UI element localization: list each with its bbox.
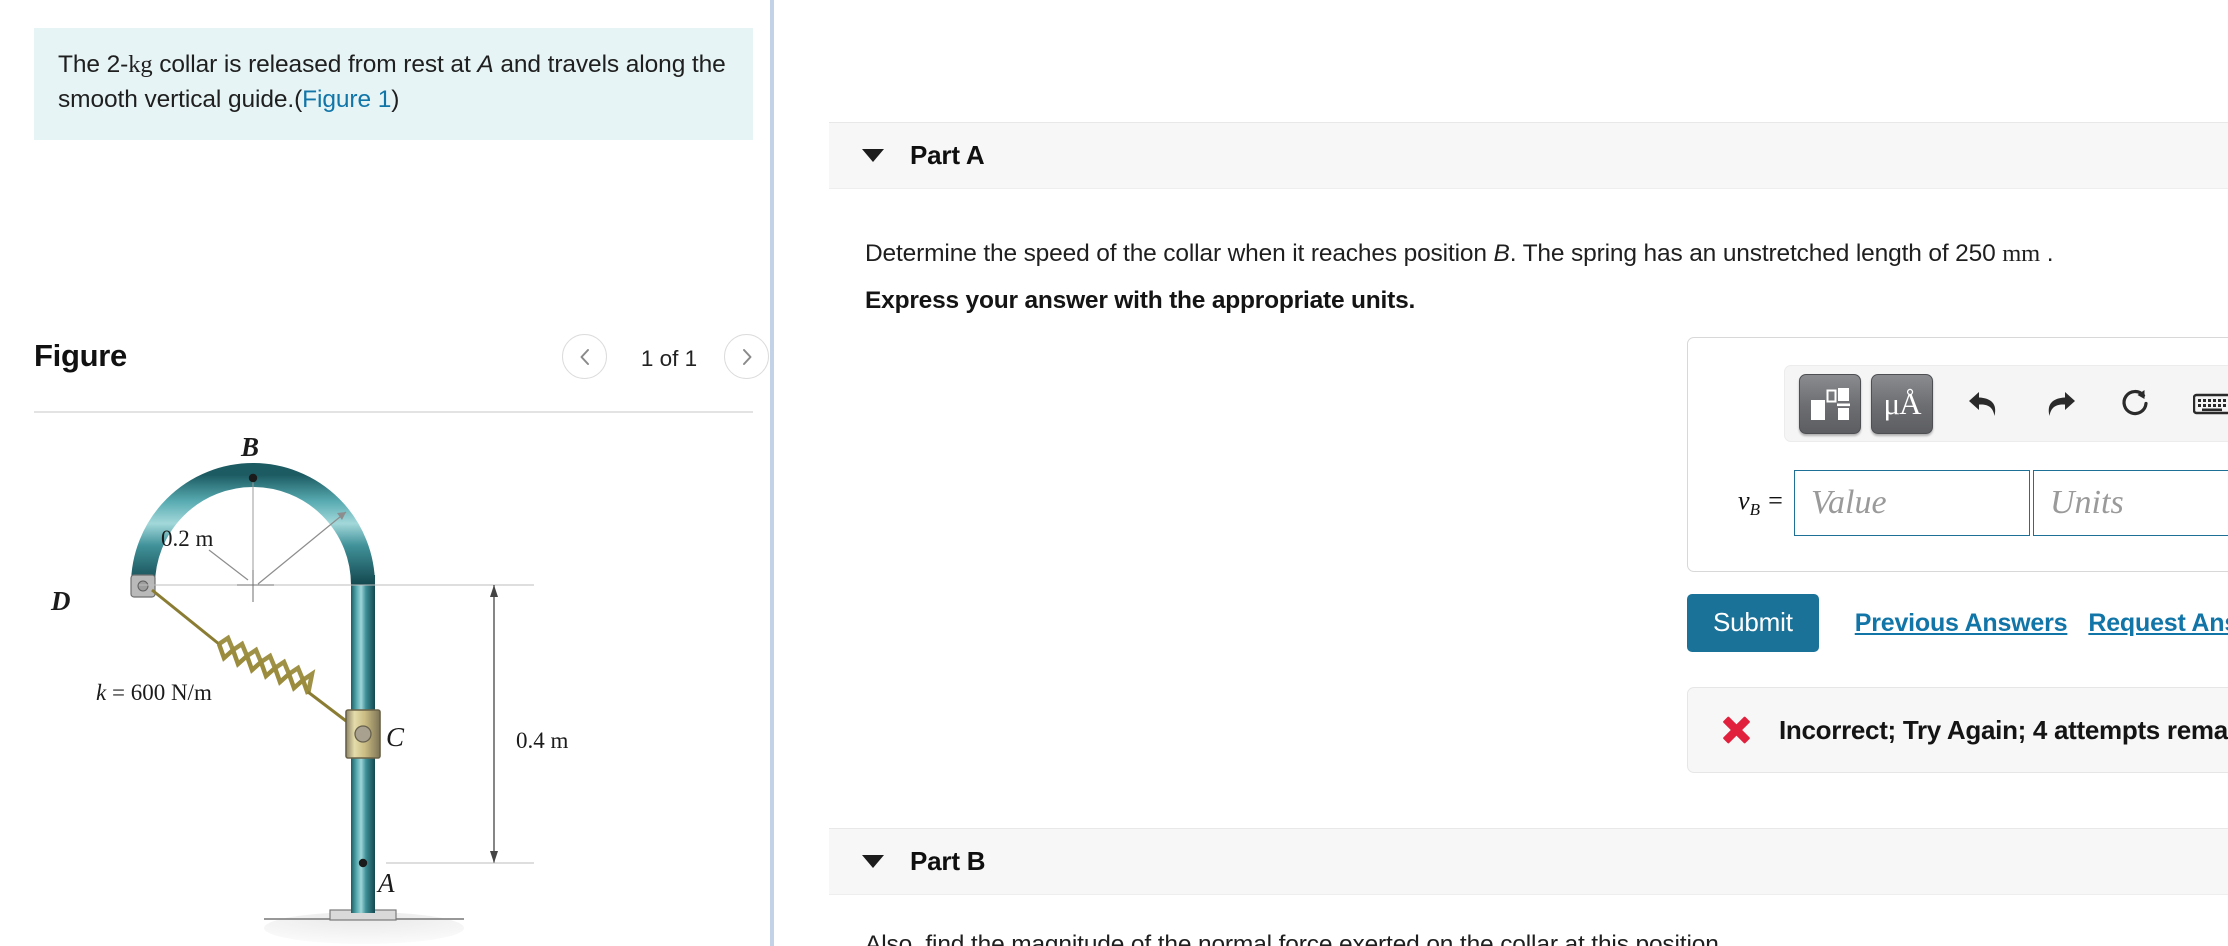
figure-counter: 1 of 1 — [640, 346, 698, 371]
right-pane: Part A Determine the speed of the collar… — [774, 0, 2228, 946]
label-point-c: C — [386, 722, 405, 752]
problem-statement: The 2-kg collar is released from rest at… — [34, 28, 753, 140]
label-height: 0.4 m — [516, 728, 569, 753]
part-a-prompt-text-1: Determine the speed of the collar when i… — [865, 240, 1494, 267]
label-radius: 0.2 m — [161, 526, 214, 551]
feedback-box: Incorrect; Try Again; 4 attempts remaini… — [1687, 687, 2228, 773]
figure-title: Figure — [34, 338, 127, 373]
problem-text-4: ) — [391, 85, 400, 113]
label-point-a: A — [376, 868, 395, 898]
figure-header: Figure 1 of 1 — [34, 332, 769, 404]
units-button-label: μÅ — [1883, 386, 1921, 421]
previous-answers-link[interactable]: Previous Answers — [1855, 609, 2068, 638]
part-a-header[interactable]: Part A — [829, 122, 2228, 189]
redo-button[interactable] — [2033, 377, 2087, 431]
chevron-right-icon — [742, 348, 751, 365]
caret-down-icon — [862, 149, 884, 162]
part-a-instruction: Express your answer with the appropriate… — [865, 287, 1416, 314]
chevron-left-icon — [580, 348, 589, 365]
page-root: The 2-kg collar is released from rest at… — [0, 0, 2228, 946]
part-b-prompt: Also, find the magnitude of the normal f… — [865, 931, 1726, 946]
answer-variable-base: v — [1738, 485, 1750, 515]
figure-diagram: B D C A 0.2 m k = 600 N/m 0.4 m — [34, 420, 753, 946]
figure-next-button[interactable] — [724, 334, 769, 379]
redo-arrow-icon — [2048, 391, 2075, 416]
figure-prev-button[interactable] — [562, 334, 607, 379]
submit-button[interactable]: Submit — [1687, 594, 1819, 652]
answer-equals: = — [1759, 485, 1784, 515]
part-a-prompt: Determine the speed of the collar when i… — [865, 237, 2205, 271]
spring-coil — [216, 634, 316, 695]
undo-button[interactable] — [1957, 377, 2011, 431]
part-a-prompt-unit: mm — [2002, 240, 2041, 267]
reset-circular-arrow-icon — [2122, 389, 2148, 415]
reset-button[interactable] — [2109, 377, 2163, 431]
part-b-label: Part B — [910, 846, 986, 876]
label-point-b: B — [240, 432, 259, 462]
answer-variable-sub: B — [1749, 500, 1760, 520]
part-a-label: Part A — [910, 140, 985, 170]
undo-arrow-icon — [1969, 391, 1996, 416]
collar-guide-diagram: B D C A 0.2 m k = 600 N/m 0.4 m — [50, 432, 569, 944]
part-a-prompt-point-b: B — [1493, 240, 1510, 267]
part-a-prompt-text-3: . — [2040, 240, 2054, 267]
label-point-d: D — [50, 586, 71, 616]
red-x-icon — [1719, 713, 1753, 747]
answer-value-input[interactable] — [1794, 470, 2030, 536]
feedback-text: Incorrect; Try Again; 4 attempts remaini… — [1779, 714, 2228, 745]
answer-row: vB = — [1688, 468, 2228, 538]
units-button[interactable]: μÅ — [1871, 373, 1933, 434]
request-answer-link[interactable]: Request Answer — [2088, 609, 2228, 638]
answer-box: μÅ vB = Value Units — [1687, 337, 2228, 572]
caret-down-icon — [862, 855, 884, 868]
left-pane: The 2-kg collar is released from rest at… — [0, 0, 770, 946]
problem-text-2: collar is released from rest at — [152, 51, 478, 78]
keyboard-icon — [2193, 393, 2228, 414]
part-b-header[interactable]: Part B — [829, 828, 2228, 895]
submit-row: Submit Previous Answers Request Answer — [1687, 594, 2228, 652]
math-toolbar: μÅ — [1784, 365, 2228, 442]
template-fraction-icon — [1811, 387, 1850, 420]
keyboard-button[interactable] — [2185, 377, 2228, 431]
answer-units-input[interactable] — [2033, 470, 2228, 536]
problem-mass-unit: kg — [128, 51, 153, 78]
template-fraction-button[interactable] — [1799, 373, 1861, 434]
label-spring-constant: k = 600 N/m — [96, 680, 212, 705]
answer-variable-label: vB = — [1722, 486, 1784, 520]
figure-1-link[interactable]: Figure 1 — [302, 86, 391, 113]
spring-wire-upper — [151, 588, 220, 646]
point-a-marker — [358, 858, 368, 868]
part-a-prompt-text-2: . The spring has an unstretched length o… — [1509, 240, 2003, 267]
problem-point-a: A — [477, 51, 494, 78]
point-b-marker — [248, 473, 258, 483]
problem-text-1: The 2- — [58, 51, 129, 78]
figure-divider — [34, 411, 753, 413]
